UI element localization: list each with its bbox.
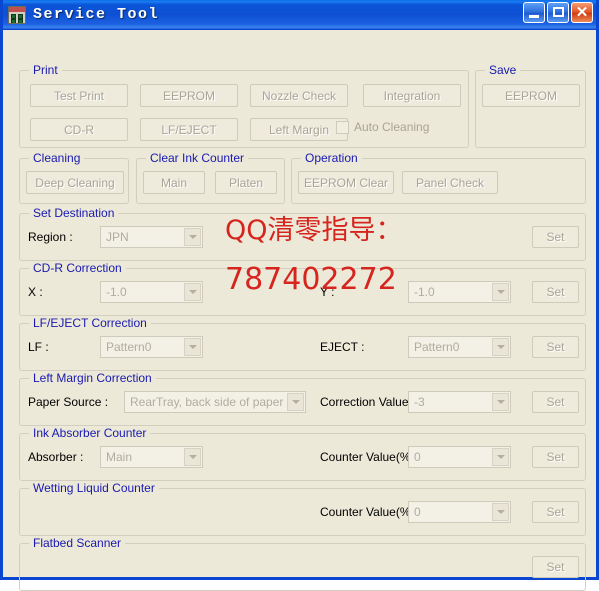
clear-ink-main-button[interactable]: Main — [143, 171, 205, 194]
wetting-counter-label: Counter Value(%) : — [320, 505, 422, 519]
flatbed-scanner-set-button[interactable]: Set — [532, 556, 579, 578]
watermark-line-1: QQ清零指导： — [225, 215, 403, 246]
wetting-counter-value: 0 — [414, 505, 421, 519]
group-print: Print Test Print EEPROM Nozzle Check CD-… — [19, 63, 469, 148]
group-ink-absorber-counter-legend: Ink Absorber Counter — [29, 426, 151, 440]
eeprom-clear-button[interactable]: EEPROM Clear — [298, 171, 394, 194]
group-cdr-correction-legend: CD-R Correction — [29, 261, 126, 275]
deep-cleaning-button[interactable]: Deep Cleaning — [26, 171, 124, 194]
chevron-down-icon[interactable] — [184, 228, 201, 246]
integration-button[interactable]: Integration — [363, 84, 461, 107]
absorber-counter-value: 0 — [414, 450, 421, 464]
chevron-down-icon[interactable] — [492, 503, 509, 521]
close-icon: ✕ — [575, 4, 589, 21]
lf-eject-set-button[interactable]: Set — [532, 336, 579, 358]
service-tool-window: Service Tool ✕ Print Test Print EEPROM N… — [0, 0, 599, 591]
auto-cleaning-label: Auto Cleaning — [354, 120, 430, 134]
panel-check-button[interactable]: Panel Check — [402, 171, 498, 194]
cdr-x-value: -1.0 — [106, 285, 127, 299]
correction-value-select[interactable]: -3 — [408, 391, 511, 413]
group-wetting-liquid-counter-legend: Wetting Liquid Counter — [29, 481, 159, 495]
close-button[interactable]: ✕ — [571, 2, 593, 23]
chevron-down-icon[interactable] — [492, 393, 509, 411]
title-bar[interactable]: Service Tool ✕ — [3, 0, 596, 30]
group-flatbed-scanner-legend: Flatbed Scanner — [29, 536, 126, 550]
watermark-line-2: 787402272 — [225, 262, 397, 297]
set-destination-set-button[interactable]: Set — [532, 226, 579, 248]
group-operation-legend: Operation — [301, 151, 362, 165]
wetting-counter-select[interactable]: 0 — [408, 501, 511, 523]
ink-absorber-set-button[interactable]: Set — [532, 446, 579, 468]
left-margin-set-button[interactable]: Set — [532, 391, 579, 413]
chevron-down-icon[interactable] — [492, 338, 509, 356]
maximize-button[interactable] — [547, 2, 569, 23]
printer-chip-icon — [8, 5, 26, 24]
absorber-value: Main — [106, 450, 133, 464]
group-lf-eject-correction: LF/EJECT Correction LF : Pattern0 EJECT … — [19, 316, 586, 371]
group-left-margin-correction: Left Margin Correction Paper Source : Re… — [19, 371, 586, 426]
nozzle-check-button[interactable]: Nozzle Check — [250, 84, 348, 107]
group-operation: Operation EEPROM Clear Panel Check — [291, 151, 586, 204]
group-save: Save EEPROM — [475, 63, 586, 148]
region-select[interactable]: JPN — [100, 226, 203, 248]
chevron-down-icon[interactable] — [492, 283, 509, 301]
chevron-down-icon[interactable] — [184, 338, 201, 356]
left-margin-button[interactable]: Left Margin — [250, 118, 348, 141]
eject-select[interactable]: Pattern0 — [408, 336, 511, 358]
absorber-counter-select[interactable]: 0 — [408, 446, 511, 468]
lf-eject-button[interactable]: LF/EJECT — [140, 118, 238, 141]
group-ink-absorber-counter: Ink Absorber Counter Absorber : Main Cou… — [19, 426, 586, 481]
group-clear-ink-counter-legend: Clear Ink Counter — [146, 151, 249, 165]
group-clear-ink-counter: Clear Ink Counter Main Platen — [136, 151, 285, 204]
lf-select[interactable]: Pattern0 — [100, 336, 203, 358]
region-value: JPN — [106, 230, 129, 244]
group-wetting-liquid-counter: Wetting Liquid Counter Counter Value(%) … — [19, 481, 586, 536]
group-set-destination-legend: Set Destination — [29, 206, 119, 220]
test-print-button[interactable]: Test Print — [30, 84, 128, 107]
auto-cleaning-checkbox[interactable]: Auto Cleaning — [336, 120, 429, 134]
correction-value: -3 — [414, 395, 425, 409]
paper-source-select[interactable]: RearTray, back side of paper — [124, 391, 306, 413]
cdr-y-value: -1.0 — [414, 285, 435, 299]
cdr-correction-set-button[interactable]: Set — [532, 281, 579, 303]
chevron-down-icon[interactable] — [184, 283, 201, 301]
save-eeprom-button[interactable]: EEPROM — [482, 84, 580, 107]
chevron-down-icon[interactable] — [492, 448, 509, 466]
paper-source-value: RearTray, back side of paper — [130, 395, 284, 409]
eject-value: Pattern0 — [414, 340, 460, 354]
client-area: Print Test Print EEPROM Nozzle Check CD-… — [3, 30, 596, 591]
chevron-down-icon[interactable] — [184, 448, 201, 466]
window-title: Service Tool — [33, 6, 160, 23]
group-cleaning-legend: Cleaning — [29, 151, 85, 165]
absorber-counter-label: Counter Value(%) : — [320, 450, 422, 464]
cdr-x-select[interactable]: -1.0 — [100, 281, 203, 303]
group-save-legend: Save — [485, 63, 521, 77]
cdr-y-select[interactable]: -1.0 — [408, 281, 511, 303]
minimize-button[interactable] — [523, 2, 545, 23]
eject-label: EJECT : — [320, 340, 365, 354]
paper-source-label: Paper Source : — [28, 395, 109, 409]
correction-value-label: Correction Value : — [320, 395, 416, 409]
eeprom-print-button[interactable]: EEPROM — [140, 84, 238, 107]
cdr-x-label: X : — [28, 285, 43, 299]
chevron-down-icon[interactable] — [287, 393, 304, 411]
lf-value: Pattern0 — [106, 340, 152, 354]
region-label: Region : — [28, 230, 73, 244]
absorber-label: Absorber : — [28, 450, 84, 464]
group-left-margin-correction-legend: Left Margin Correction — [29, 371, 156, 385]
window-controls: ✕ — [523, 2, 593, 23]
absorber-select[interactable]: Main — [100, 446, 203, 468]
group-cleaning: Cleaning Deep Cleaning — [19, 151, 129, 204]
cd-r-button[interactable]: CD-R — [30, 118, 128, 141]
group-print-legend: Print — [29, 63, 62, 77]
group-flatbed-scanner: Flatbed Scanner Set — [19, 536, 586, 591]
group-lf-eject-correction-legend: LF/EJECT Correction — [29, 316, 151, 330]
wetting-liquid-set-button[interactable]: Set — [532, 501, 579, 523]
clear-ink-platen-button[interactable]: Platen — [215, 171, 277, 194]
lf-label: LF : — [28, 340, 49, 354]
checkbox-icon — [336, 120, 349, 134]
